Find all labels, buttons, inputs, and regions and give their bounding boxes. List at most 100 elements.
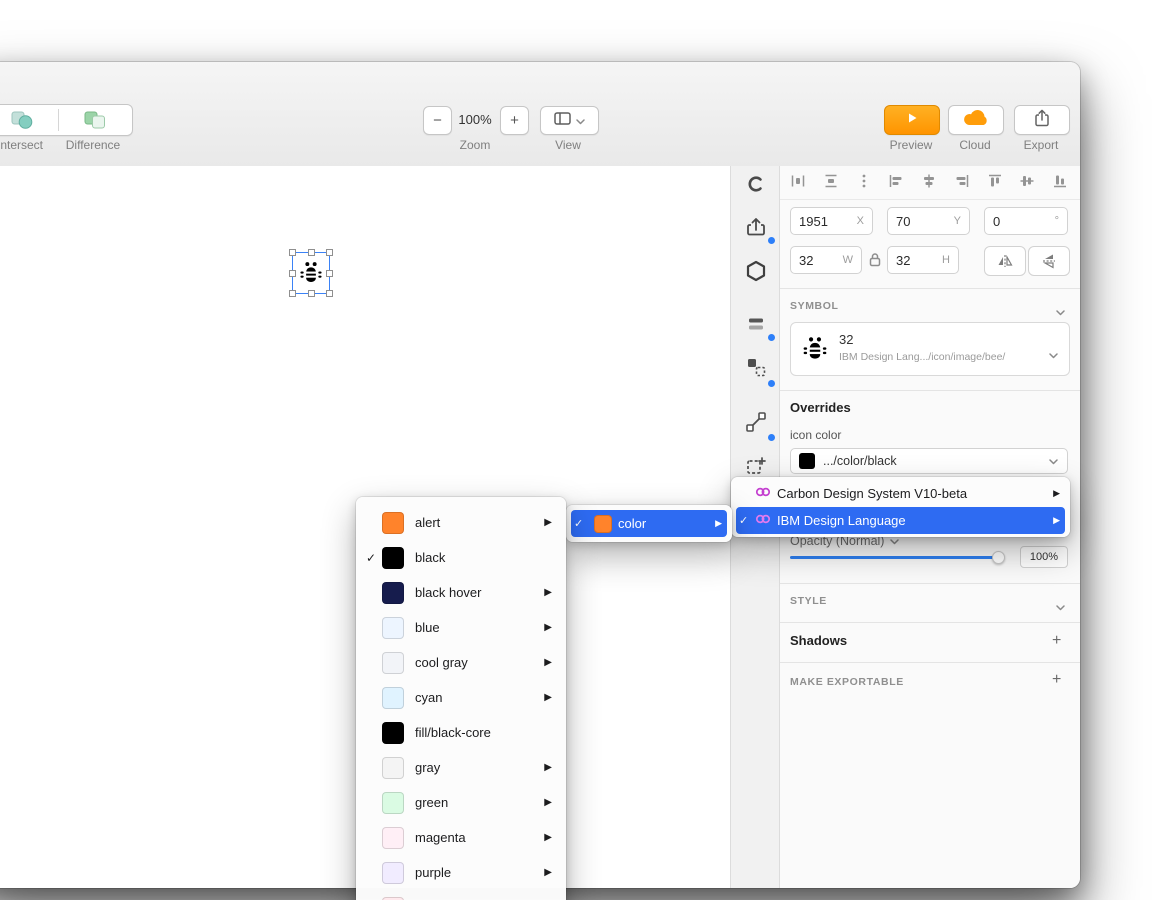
play-icon xyxy=(905,111,919,130)
color-swatch xyxy=(382,616,404,639)
selection-handle[interactable] xyxy=(289,249,296,256)
align-left-icon[interactable] xyxy=(888,173,904,189)
chevron-down-icon xyxy=(1049,346,1058,364)
chevron-down-icon[interactable] xyxy=(1056,598,1065,616)
bee-icon[interactable] xyxy=(298,260,324,291)
cloud-button[interactable] xyxy=(948,105,1004,135)
zoom-label: Zoom xyxy=(459,138,491,152)
chevron-down-icon[interactable] xyxy=(1056,303,1065,321)
menu-item-color-option[interactable]: alert ▶ xyxy=(356,505,566,540)
submenu-arrow-icon: ▶ xyxy=(544,797,552,808)
selection-box[interactable] xyxy=(289,249,333,297)
selection-handle[interactable] xyxy=(326,249,333,256)
x-position-field[interactable]: X xyxy=(790,207,873,235)
components-icon[interactable] xyxy=(731,174,781,194)
menu-item-color[interactable]: ✓ color ▶ xyxy=(571,510,727,537)
add-export-button[interactable]: + xyxy=(1052,672,1061,688)
layers-list-icon[interactable] xyxy=(731,314,781,334)
submenu-arrow-icon: ▶ xyxy=(544,692,552,703)
opacity-slider-track[interactable] xyxy=(790,556,1002,559)
tidy-icon[interactable] xyxy=(856,173,872,189)
add-shadow-button[interactable]: + xyxy=(1052,633,1061,649)
x-suffix: X xyxy=(856,215,864,227)
hexagon-plugin-icon[interactable] xyxy=(731,260,781,282)
difference-icon[interactable] xyxy=(83,110,107,135)
y-position-input[interactable] xyxy=(888,213,954,229)
align-center-horizontal-icon[interactable] xyxy=(921,173,937,189)
menu-item-color-option[interactable]: blue ▶ xyxy=(356,610,566,645)
menu-item-label: cyan xyxy=(415,690,443,705)
flip-vertical-button[interactable] xyxy=(1028,246,1070,276)
selection-handle[interactable] xyxy=(326,269,333,277)
selection-handle[interactable] xyxy=(307,249,315,256)
opacity-slider-knob[interactable] xyxy=(992,551,1005,564)
width-field[interactable]: W xyxy=(790,246,862,274)
selection-handle[interactable] xyxy=(326,290,333,297)
height-input[interactable] xyxy=(888,252,943,268)
notification-dot xyxy=(768,380,775,387)
shadows-label: Shadows xyxy=(790,633,848,648)
screenshot-stage: Intersect Difference − 100% + Zoom View … xyxy=(0,0,1152,900)
menu-item-ibm-design-language[interactable]: ✓ IBM Design Language ▶ xyxy=(736,507,1065,534)
menu-item-label: cool gray xyxy=(415,655,468,670)
distribute-horizontal-icon[interactable] xyxy=(790,173,806,189)
color-swatch xyxy=(382,721,404,744)
menu-item-color-option[interactable]: purple ▶ xyxy=(356,855,566,890)
symbol-selector[interactable]: 32 IBM Design Lang.../icon/image/bee/ xyxy=(790,322,1070,376)
menu-item-color-option[interactable]: gray ▶ xyxy=(356,750,566,785)
preview-button[interactable] xyxy=(884,105,940,135)
add-frame-icon[interactable] xyxy=(731,455,781,477)
y-position-field[interactable]: Y xyxy=(887,207,970,235)
width-input[interactable] xyxy=(791,252,843,268)
intersect-icon[interactable] xyxy=(10,110,34,135)
zoom-in-button[interactable]: + xyxy=(500,106,529,135)
selection-handle[interactable] xyxy=(289,269,296,277)
menu-item-label: magenta xyxy=(415,830,466,845)
menu-item-color-option[interactable]: magenta ▶ xyxy=(356,820,566,855)
menu-item-color-option[interactable]: black hover ▶ xyxy=(356,575,566,610)
menu-item-label: purple xyxy=(415,865,452,880)
rotation-field[interactable]: ° xyxy=(984,207,1068,235)
opacity-value-field[interactable]: 100% xyxy=(1020,546,1068,568)
export-button[interactable] xyxy=(1014,105,1070,135)
lock-ratio-icon[interactable] xyxy=(869,252,881,272)
symbol-path: IBM Design Lang.../icon/image/bee/ xyxy=(839,351,1006,363)
view-button[interactable] xyxy=(540,106,599,135)
submenu-arrow-icon: ▶ xyxy=(544,762,552,773)
menu-item-label: green xyxy=(415,795,449,810)
align-top-icon[interactable] xyxy=(987,173,1003,189)
color-swatch xyxy=(382,791,404,814)
menu-item-color-option[interactable]: cool gray ▶ xyxy=(356,645,566,680)
icon-color-dropdown[interactable]: .../color/black xyxy=(790,448,1068,474)
export-label: Export xyxy=(1023,138,1059,152)
symbol-section-header: SYMBOL xyxy=(790,300,839,312)
height-field[interactable]: H xyxy=(887,246,959,274)
color-swatch xyxy=(382,546,404,569)
menu-item-color-option[interactable] xyxy=(356,890,566,900)
rotation-input[interactable] xyxy=(985,213,1055,229)
menu-item-color-option[interactable]: cyan ▶ xyxy=(356,680,566,715)
color-swatch xyxy=(382,651,404,674)
align-right-icon[interactable] xyxy=(954,173,970,189)
vector-edit-icon[interactable] xyxy=(731,410,781,434)
divider xyxy=(780,288,1080,289)
library-menu: Carbon Design System V10-beta ▶ ✓ IBM De… xyxy=(731,477,1070,537)
flip-horizontal-button[interactable] xyxy=(984,246,1026,276)
upload-share-icon[interactable] xyxy=(731,215,781,239)
color-swatch xyxy=(382,686,404,709)
selection-handle[interactable] xyxy=(307,290,315,297)
menu-item-color-option[interactable]: ✓ black xyxy=(356,540,566,575)
menu-item-color-option[interactable]: fill/black-core xyxy=(356,715,566,750)
checkmark: ✓ xyxy=(366,550,377,565)
swap-symbol-icon[interactable] xyxy=(731,355,781,379)
align-bottom-icon[interactable] xyxy=(1052,173,1068,189)
align-middle-icon[interactable] xyxy=(1019,173,1035,189)
menu-item-color-option[interactable]: green ▶ xyxy=(356,785,566,820)
menu-item-label: black hover xyxy=(415,585,482,600)
selection-handle[interactable] xyxy=(289,290,296,297)
overrides-title: Overrides xyxy=(790,400,851,415)
distribute-vertical-icon[interactable] xyxy=(823,173,839,189)
zoom-out-button[interactable]: − xyxy=(423,106,452,135)
x-position-input[interactable] xyxy=(791,213,857,229)
menu-item-carbon[interactable]: Carbon Design System V10-beta ▶ xyxy=(731,480,1070,507)
